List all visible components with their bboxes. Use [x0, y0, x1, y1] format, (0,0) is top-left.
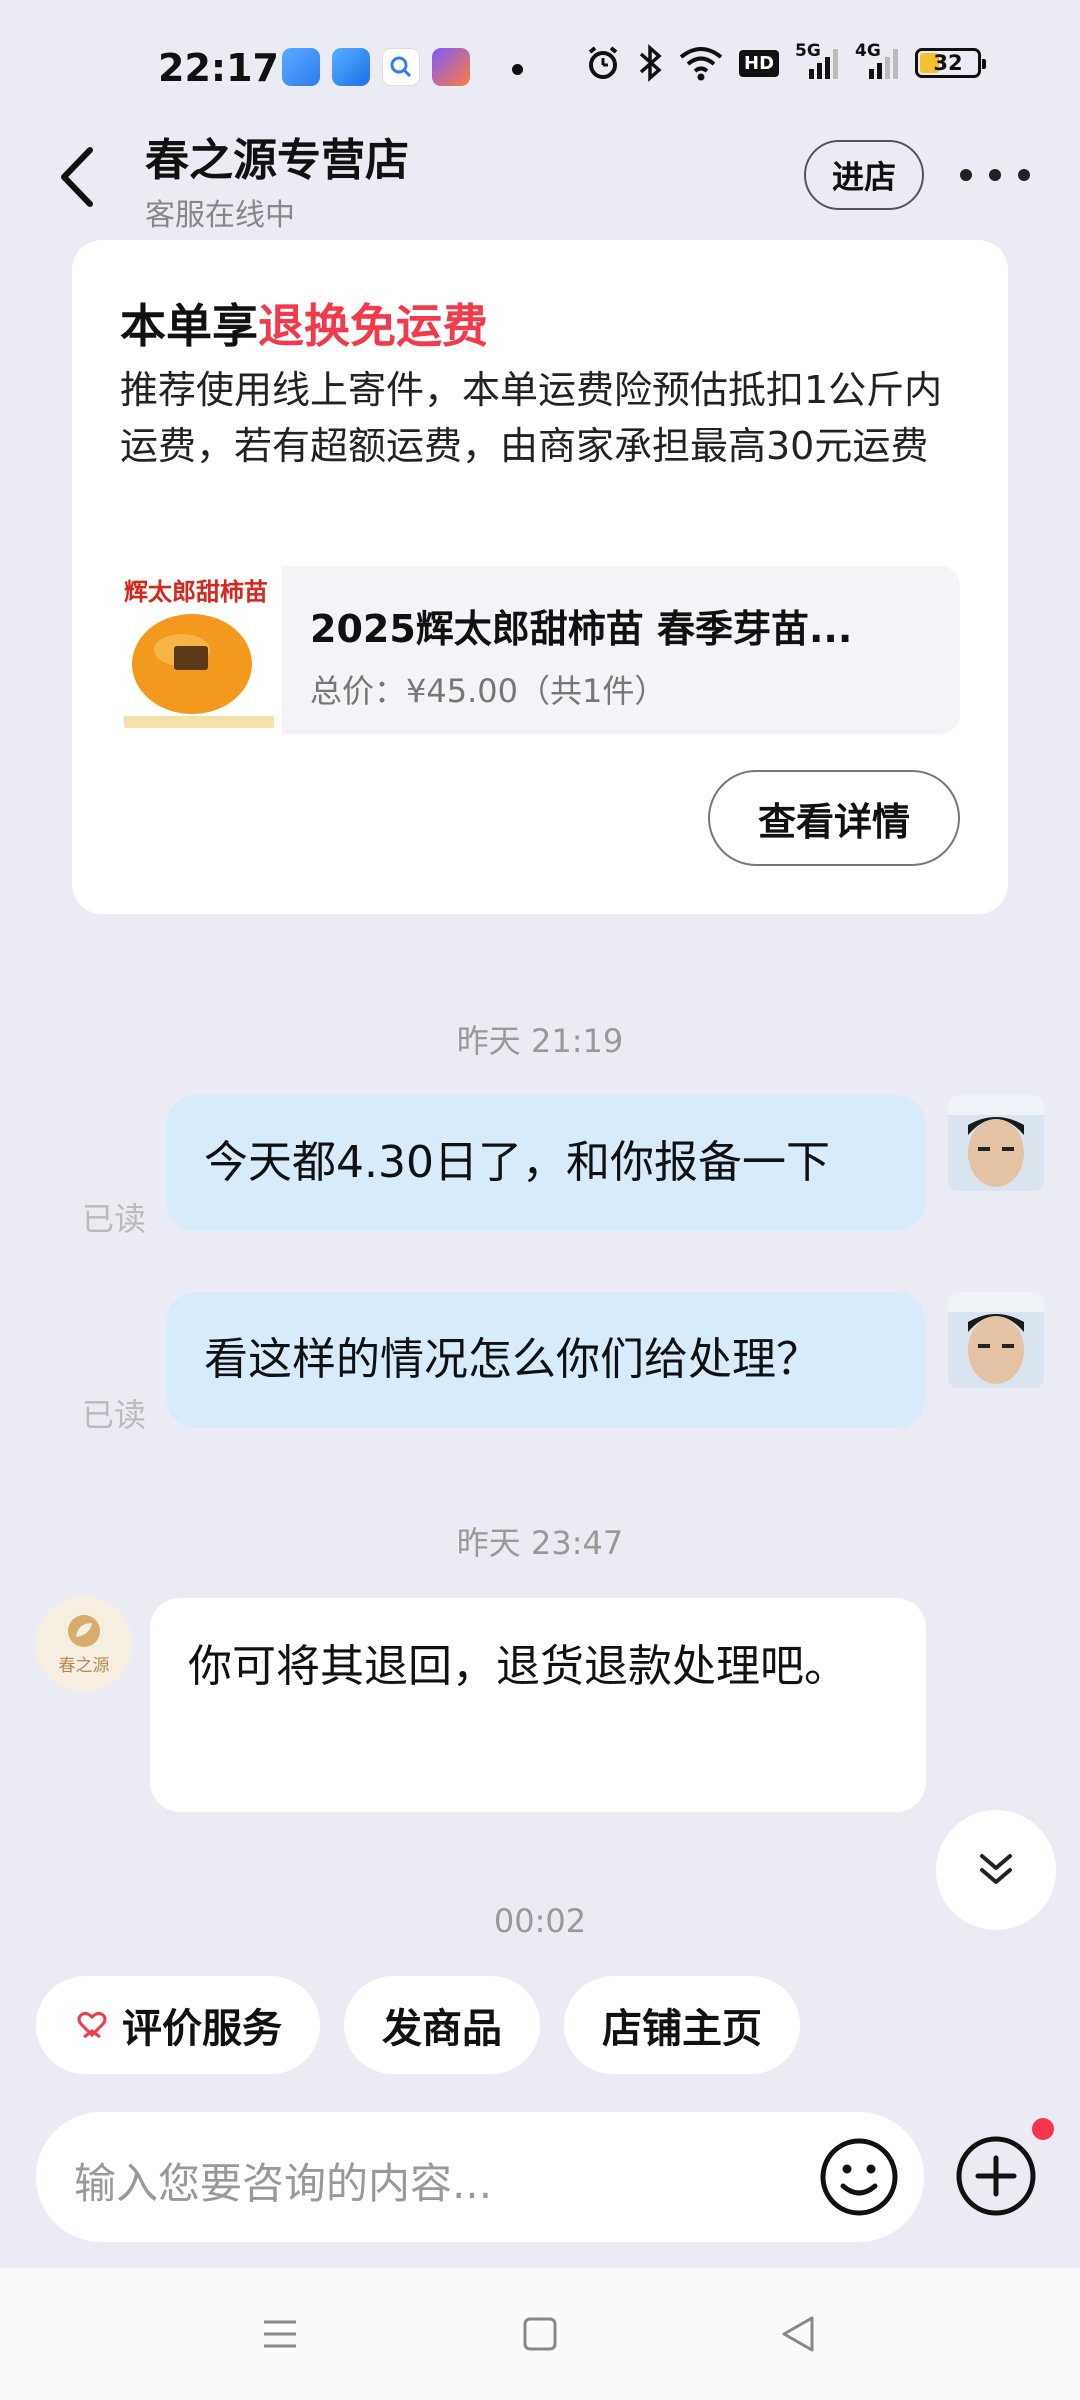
back-button[interactable]	[50, 142, 110, 212]
chevron-left-icon	[61, 147, 93, 207]
weather-app-icon	[282, 48, 320, 86]
smiley-icon	[820, 2138, 898, 2216]
message-bubble[interactable]: 看这样的情况怎么你们给处理？	[166, 1292, 926, 1428]
alarm-icon	[588, 46, 618, 79]
headline-prefix: 本单享	[120, 299, 258, 353]
page-title: 春之源专营店	[145, 135, 409, 186]
card-headline: 本单享退换免运费	[120, 290, 488, 356]
square-icon	[523, 2317, 557, 2351]
wallet-app-icon	[332, 48, 370, 86]
heart-hand-icon	[77, 2011, 107, 2039]
notification-icons	[282, 48, 470, 86]
rate-service-label: 评价服务	[122, 2006, 282, 2052]
nav-home-button[interactable]	[518, 2312, 562, 2356]
signal-4g-icon: 4G	[855, 41, 899, 81]
product-image-label: 辉太郎甜柿苗	[124, 578, 268, 606]
view-details-button[interactable]: 查看详情	[708, 770, 960, 866]
double-chevron-down-icon	[980, 1854, 1012, 1884]
input-placeholder: 输入您要咨询的内容...	[74, 2159, 493, 2208]
emoji-button[interactable]	[818, 2136, 900, 2218]
battery-percent: 32	[933, 51, 963, 75]
nav-menu-button[interactable]	[258, 2312, 302, 2356]
notification-badge	[1032, 2118, 1054, 2140]
rate-service-button[interactable]: 评价服务	[36, 1976, 320, 2074]
more-dot-icon	[960, 169, 972, 181]
nav-back-button[interactable]	[776, 2312, 820, 2356]
enter-shop-button[interactable]: 进店	[804, 140, 924, 210]
message-input[interactable]: 输入您要咨询的内容...	[36, 2112, 924, 2242]
search-app-icon	[382, 48, 420, 86]
system-nav-bar	[0, 2268, 1080, 2400]
menu-icon	[264, 2320, 296, 2348]
chat-timestamp: 00:02	[493, 1902, 587, 1940]
read-receipt: 已读	[82, 1200, 147, 1238]
more-notifications-dot	[512, 64, 523, 75]
message-bubble[interactable]: 你可将其退回，退货退款处理吧。	[150, 1598, 926, 1812]
wifi-icon	[679, 47, 723, 81]
hd-badge: HD	[739, 49, 780, 77]
system-icons: HD 5G 4G 32	[585, 41, 987, 82]
leaf-logo-icon	[68, 1614, 100, 1647]
more-options-button[interactable]	[960, 160, 1030, 190]
status-time: 22:17	[158, 46, 279, 90]
product-name: 2025辉太郎甜柿苗 春季芽苗...	[310, 607, 853, 651]
service-status: 客服在线中	[145, 198, 295, 233]
user-avatar[interactable]	[948, 1095, 1044, 1191]
read-receipt: 已读	[82, 1396, 147, 1434]
product-image: 辉太郎甜柿苗	[120, 566, 282, 734]
triangle-back-icon	[782, 2316, 814, 2352]
message-bubble[interactable]: 今天都4.30日了，和你报备一下	[166, 1095, 926, 1231]
signal-5g-icon: 5G	[795, 41, 839, 81]
user-avatar[interactable]	[948, 1292, 1044, 1388]
chat-timestamp: 昨天 23:47	[456, 1524, 624, 1562]
chat-timestamp: 昨天 21:19	[456, 1022, 624, 1060]
headline-highlight: 退换免运费	[258, 299, 488, 353]
shop-avatar[interactable]: 春之源	[36, 1596, 132, 1692]
plus-circle-icon	[956, 2136, 1036, 2216]
shop-home-button[interactable]: 店铺主页	[564, 1976, 800, 2074]
bluetooth-icon	[639, 44, 662, 82]
card-description: 推荐使用线上寄件，本单运费险预估抵扣1公斤内运费，若有超额运费，由商家承担最高3…	[120, 368, 943, 468]
quick-actions: 评价服务 发商品 店铺主页	[36, 1976, 800, 2074]
order-card: 本单享退换免运费 推荐使用线上寄件，本单运费险预估抵扣1公斤内运费，若有超额运费…	[72, 240, 1008, 914]
battery-icon: 32	[915, 48, 987, 78]
shop-avatar-label: 春之源	[58, 1655, 110, 1676]
send-product-button[interactable]: 发商品	[344, 1976, 540, 2074]
chat-header: 春之源专营店 客服在线中 进店	[0, 120, 1080, 240]
tools-app-icon	[432, 48, 470, 86]
status-bar: 22:17 HD 5G 4G 32	[0, 0, 1080, 130]
more-actions-button[interactable]	[954, 2134, 1038, 2218]
product-card[interactable]: 辉太郎甜柿苗 2025辉太郎甜柿苗 春季芽苗... 总价：¥45.00（共1件）	[120, 566, 960, 734]
product-price: 总价：¥45.00（共1件）	[310, 672, 667, 710]
